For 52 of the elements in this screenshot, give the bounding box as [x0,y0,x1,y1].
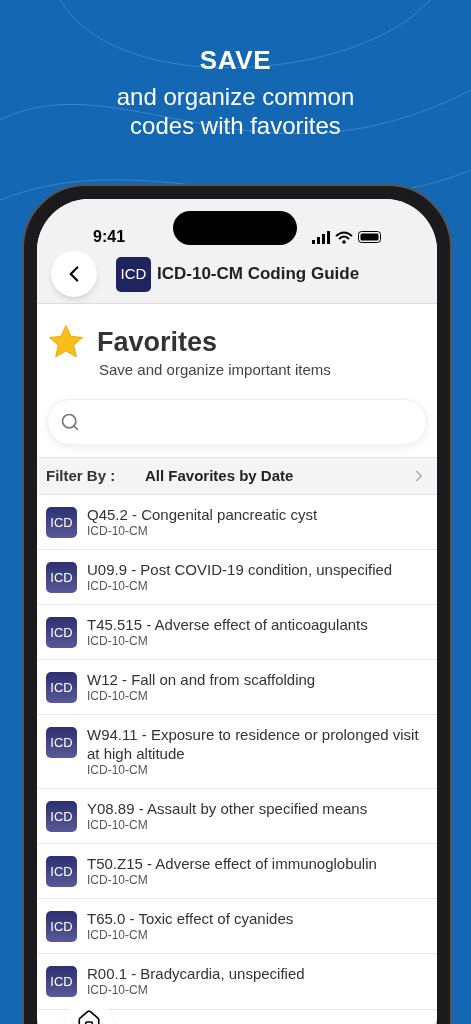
code-system: ICD-10-CM [87,689,149,704]
code-system: ICD-10-CM [87,928,149,943]
icd-badge: ICD [46,617,77,648]
app-badge: ICD [116,256,151,292]
search-field[interactable] [47,399,427,445]
icd-badge: ICD [46,672,77,703]
icd-badge: ICD [46,801,77,832]
code-title: Y08.89 - Assault by other specified means [87,799,368,818]
code-system: ICD-10-CM [87,873,149,888]
favorite-row[interactable]: ICD Y08.89 - Assault by other specified means ICD-10-CM [37,789,437,844]
battery-icon [358,231,381,243]
app-title: ICD-10-CM Coding Guide [157,263,360,286]
signal-icon [312,230,330,244]
star-icon [47,324,85,361]
code-system: ICD-10-CM [87,579,149,594]
page-subtitle: Save and organize important items [99,359,332,380]
page-title: Favorites [97,326,218,359]
icd-badge: ICD [46,856,77,887]
code-title: T65.0 - Toxic effect of cyanides [87,909,294,928]
icd-badge: ICD [46,562,77,593]
wifi-icon [335,230,353,244]
code-title: T45.515 - Adverse effect of anticoagulants [87,615,368,634]
code-title: T50.Z15 - Adverse effect of immunoglobulin [87,854,377,873]
code-title: W94.11 - Exposure to residence or prolonged visit at high altitude [87,725,420,763]
code-title: U09.9 - Post COVID-19 condition, unspecified [87,560,393,579]
favorite-row[interactable]: ICD W94.11 - Exposure to residence or prolonged visit at high altitude ICD-10-CM [37,715,437,789]
headline-subtitle: and organize common codes with favorites [115,82,356,140]
code-system: ICD-10-CM [87,818,149,833]
favorite-row[interactable]: ICD T50.Z15 - Adverse effect of immunoglobulin ICD-10-CM [37,844,437,899]
favorite-row[interactable]: ICD U09.9 - Post COVID-19 condition, unspecified ICD-10-CM [37,550,437,605]
back-button[interactable] [51,251,97,297]
icd-badge: ICD [46,507,77,538]
code-title: R00.1 - Bradycardia, unspecified [87,964,305,983]
code-title: W12 - Fall on and from scaffolding [87,670,316,689]
filter-row[interactable]: Filter By : All Favorites by Date [37,457,437,495]
code-system: ICD-10-CM [87,983,149,998]
code-system: ICD-10-CM [87,524,149,539]
headline-title: SAVE [199,44,272,76]
search-icon [60,412,80,432]
favorite-row[interactable]: ICD T45.515 - Adverse effect of anticoagulants ICD-10-CM [37,605,437,660]
filter-label: Filter By : [46,465,117,486]
code-system: ICD-10-CM [87,634,149,649]
favorite-row[interactable]: ICD Q45.2 - Congenital pancreatic cyst ICD-10-CM [37,495,437,550]
icd-badge: ICD [46,966,77,997]
code-title: Q45.2 - Congenital pancreatic cyst [87,505,318,524]
icd-badge: ICD [46,911,77,942]
favorite-row[interactable]: ICD T65.0 - Toxic effect of cyanides ICD-10-CM [37,899,437,954]
status-time: 9:41 [93,227,126,247]
filter-value: All Favorites by Date [145,465,295,486]
icd-badge: ICD [46,727,77,758]
favorite-row[interactable]: ICD W12 - Fall on and from scaffolding ICD-10-CM [37,660,437,715]
code-system: ICD-10-CM [87,763,149,778]
